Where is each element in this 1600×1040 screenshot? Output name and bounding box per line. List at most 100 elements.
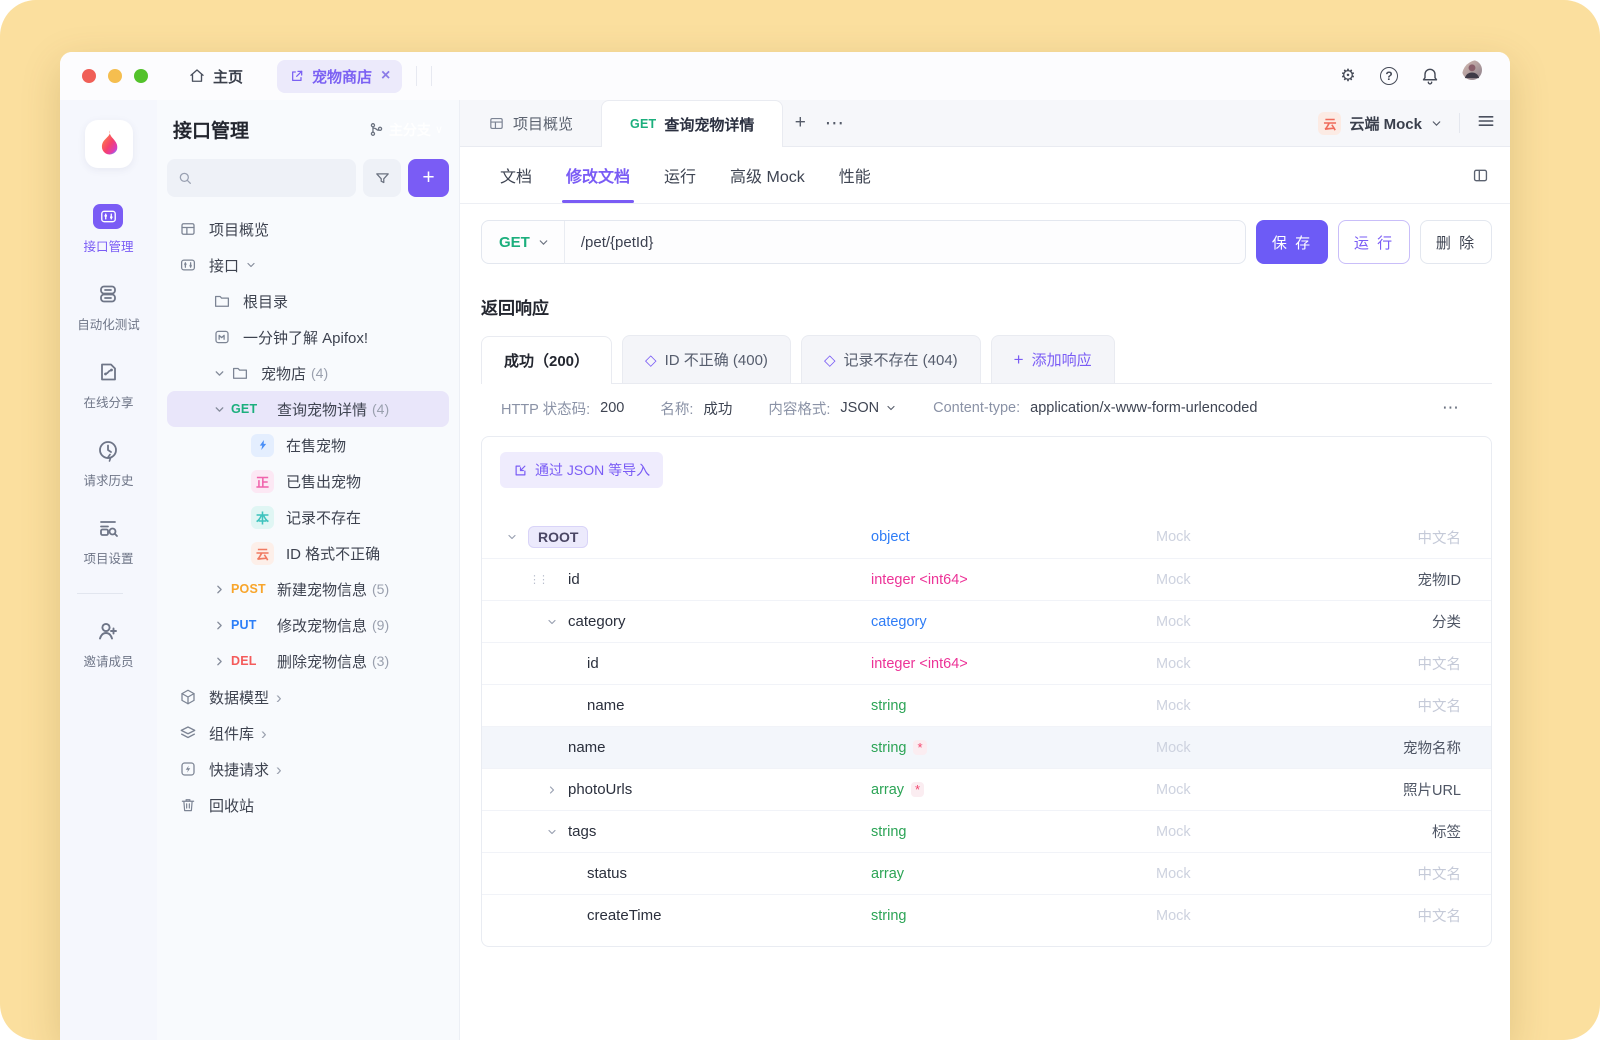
tree-item[interactable]: 宠物店(4) xyxy=(167,355,449,391)
tree-item[interactable]: 组件库› xyxy=(167,715,449,751)
response-tab-400[interactable]: ◇ ID 不正确 (400) xyxy=(622,335,791,383)
tree-item[interactable]: 接口 xyxy=(167,247,449,283)
project-tab-pet-shop[interactable]: 宠物商店 × xyxy=(277,60,402,93)
field-mock-placeholder[interactable]: Mock xyxy=(1156,782,1403,798)
field-type[interactable]: category xyxy=(871,614,1156,630)
chevron-down-icon[interactable] xyxy=(213,367,231,380)
chevron-right-icon[interactable] xyxy=(213,619,231,632)
field-title[interactable]: 中文名 xyxy=(1418,653,1462,674)
field-type[interactable]: string xyxy=(871,824,1156,840)
user-avatar[interactable] xyxy=(1462,60,1494,92)
chevron-right-icon[interactable]: › xyxy=(261,725,267,742)
tree-item[interactable]: 回收站 xyxy=(167,787,449,823)
schema-row[interactable]: idinteger <int64>Mock中文名 xyxy=(482,642,1491,684)
chevron-down-icon[interactable] xyxy=(213,403,231,416)
field-type[interactable]: string xyxy=(871,698,1156,714)
tree-item[interactable]: POST新建宠物信息(5) xyxy=(167,571,449,607)
run-button[interactable]: 运 行 xyxy=(1338,220,1410,264)
chevron-right-icon[interactable] xyxy=(213,583,231,596)
field-mock-placeholder[interactable]: Mock xyxy=(1156,614,1432,630)
field-name[interactable]: photoUrls xyxy=(568,781,632,798)
request-url-input[interactable] xyxy=(565,234,1245,251)
field-mock-placeholder[interactable]: Mock xyxy=(1156,824,1432,840)
settings-gear-icon[interactable]: ⚙ xyxy=(1338,66,1358,86)
field-type[interactable]: array xyxy=(871,866,1156,882)
tab-get-pet-detail[interactable]: GET 查询宠物详情 xyxy=(601,100,783,147)
field-title[interactable]: 中文名 xyxy=(1418,905,1462,926)
import-json-button[interactable]: 通过 JSON 等导入 xyxy=(500,452,663,488)
rail-item-online-share[interactable]: 在线分享 xyxy=(77,359,140,411)
tree-item[interactable]: 快捷请求› xyxy=(167,751,449,787)
rail-item-request-history[interactable]: 请求历史 xyxy=(77,437,140,489)
schema-row[interactable]: categorycategoryMock分类 xyxy=(482,600,1491,642)
tree-item[interactable]: 本记录不存在 xyxy=(167,499,449,535)
schema-row[interactable]: namestringMock中文名 xyxy=(482,684,1491,726)
subtab-run[interactable]: 运行 xyxy=(664,147,696,203)
response-tab-404[interactable]: ◇ 记录不存在 (404) xyxy=(801,335,981,383)
tab-project-overview[interactable]: 项目概览 xyxy=(460,100,601,146)
add-api-button[interactable]: + xyxy=(408,159,449,197)
field-title[interactable]: 标签 xyxy=(1432,821,1461,842)
search-input[interactable] xyxy=(199,170,346,186)
response-tab-success-200[interactable]: 成功（200） xyxy=(481,336,612,384)
delete-button[interactable]: 删 除 xyxy=(1420,220,1492,264)
drag-handle-icon[interactable]: ⋮⋮ xyxy=(529,573,547,586)
field-name[interactable]: category xyxy=(568,613,626,630)
field-type[interactable]: string xyxy=(871,908,1156,924)
method-select[interactable]: GET xyxy=(482,234,564,251)
tree-item[interactable]: 数据模型› xyxy=(167,679,449,715)
content-type-value[interactable]: application/x-www-form-urlencoded xyxy=(1030,400,1257,416)
env-selector[interactable]: 云 云端 Mock xyxy=(1318,100,1510,146)
rail-item-api-management[interactable]: 接口管理 xyxy=(77,204,140,255)
meta-more-button[interactable]: ⋯ xyxy=(1442,398,1472,418)
field-name[interactable]: id xyxy=(568,571,580,588)
chevron-down-icon[interactable] xyxy=(506,531,528,543)
schema-row[interactable]: createTime stringMock中文名 xyxy=(482,894,1491,936)
status-code-value[interactable]: 200 xyxy=(600,400,624,416)
schema-row[interactable]: tags stringMock标签 xyxy=(482,810,1491,852)
chevron-right-icon[interactable]: › xyxy=(276,761,282,778)
schema-row[interactable]: statusarrayMock中文名 xyxy=(482,852,1491,894)
field-mock-placeholder[interactable]: Mock xyxy=(1156,529,1418,545)
tree-item[interactable]: 项目概览 xyxy=(167,211,449,247)
field-type[interactable]: array* xyxy=(871,782,1156,798)
field-name[interactable]: name xyxy=(587,697,625,714)
tree-item[interactable]: 根目录 xyxy=(167,283,449,319)
close-project-tab-icon[interactable]: × xyxy=(381,67,390,85)
minimize-window-button[interactable] xyxy=(108,69,122,83)
tree-item[interactable]: 在售宠物 xyxy=(167,427,449,463)
filter-button[interactable] xyxy=(363,159,401,197)
home-tab[interactable]: 主页 xyxy=(188,66,243,87)
chevron-down-icon[interactable] xyxy=(546,616,568,628)
tree-item[interactable]: GET查询宠物详情(4) xyxy=(167,391,449,427)
field-mock-placeholder[interactable]: Mock xyxy=(1156,866,1418,882)
add-response-tab-button[interactable]: + 添加响应 xyxy=(991,335,1115,383)
tab-more-button[interactable]: ⋯ xyxy=(817,100,851,146)
tree-item[interactable]: DEL删除宠物信息(3) xyxy=(167,643,449,679)
format-select-value[interactable]: JSON xyxy=(840,400,879,416)
field-name[interactable]: tags xyxy=(568,823,596,840)
help-icon[interactable]: ? xyxy=(1380,67,1398,85)
field-name[interactable]: status xyxy=(587,865,627,882)
field-mock-placeholder[interactable]: Mock xyxy=(1156,908,1418,924)
schema-row[interactable]: photoUrlsarray*Mock照片URL xyxy=(482,768,1491,810)
field-title[interactable]: 中文名 xyxy=(1418,695,1462,716)
tree-item[interactable]: 一分钟了解 Apifox! xyxy=(167,319,449,355)
notifications-bell-icon[interactable] xyxy=(1420,66,1440,86)
subtab-performance[interactable]: 性能 xyxy=(839,147,871,203)
schema-row[interactable]: ROOTobjectMock中文名 xyxy=(482,516,1491,558)
field-title[interactable]: 宠物ID xyxy=(1418,569,1462,590)
rail-item-auto-test[interactable]: 自动化测试 xyxy=(77,281,140,333)
chevron-right-icon[interactable]: › xyxy=(276,689,282,706)
field-name[interactable]: id xyxy=(587,655,599,672)
subtab-edit-doc[interactable]: 修改文档 xyxy=(566,147,630,203)
chevron-right-icon[interactable] xyxy=(213,655,231,668)
save-button[interactable]: 保 存 xyxy=(1256,220,1328,264)
branch-selector[interactable]: 主分支 ∨ xyxy=(368,120,443,140)
field-mock-placeholder[interactable]: Mock xyxy=(1156,740,1403,756)
close-window-button[interactable] xyxy=(82,69,96,83)
chevron-down-icon[interactable] xyxy=(885,402,897,414)
subtab-doc[interactable]: 文档 xyxy=(500,147,532,203)
field-mock-placeholder[interactable]: Mock xyxy=(1156,656,1418,672)
field-name[interactable]: createTime xyxy=(587,907,661,924)
